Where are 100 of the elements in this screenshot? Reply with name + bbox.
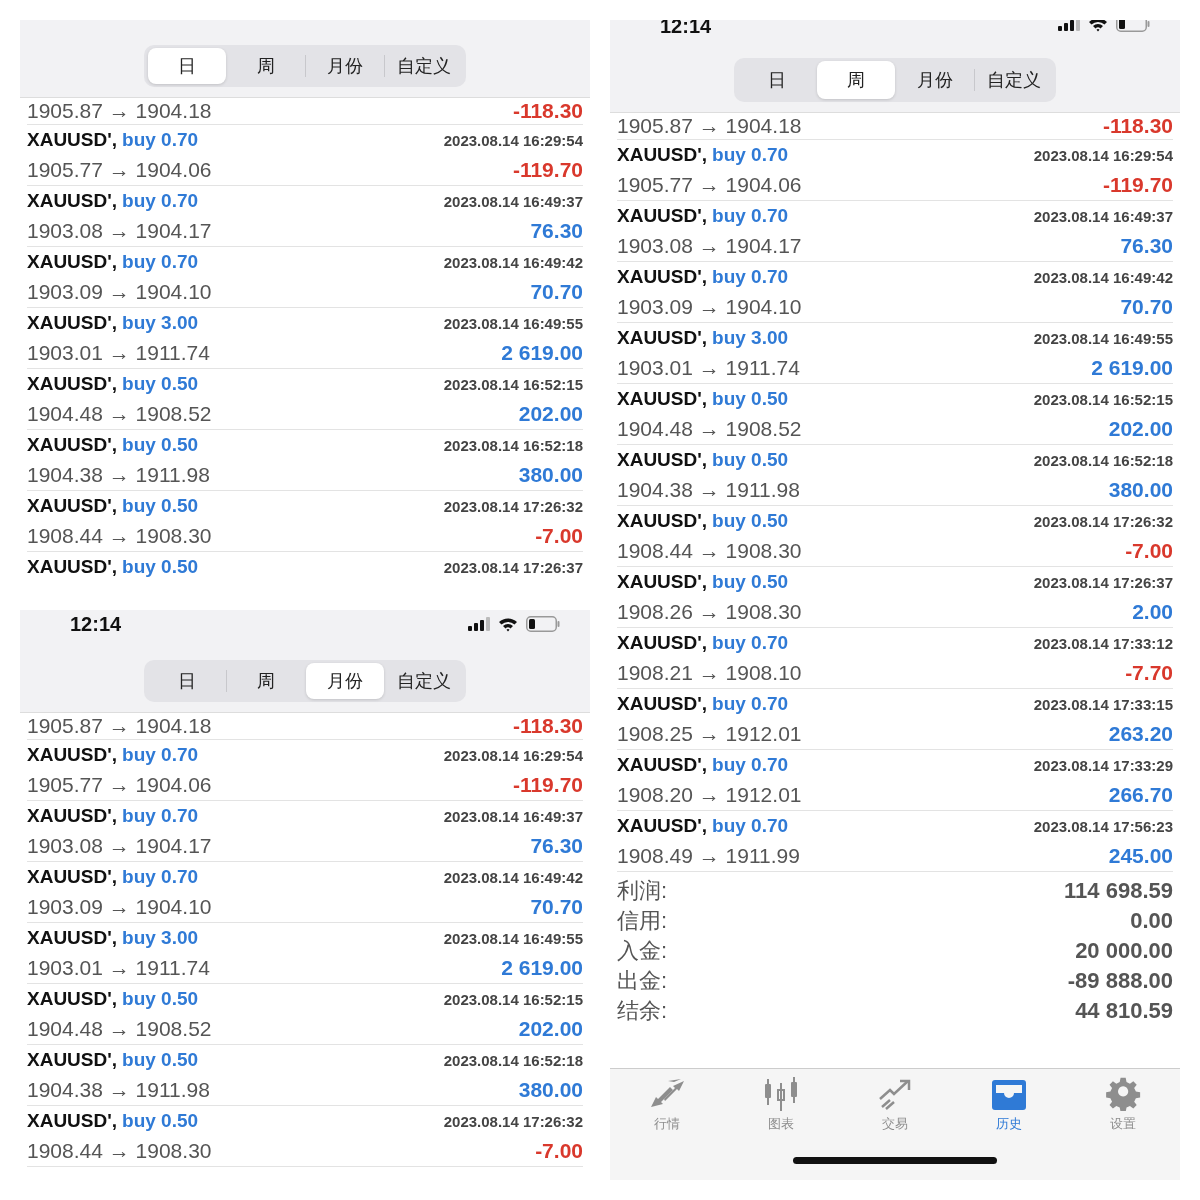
time-text: 2023.08.14 16:49:55 bbox=[1033, 329, 1173, 347]
order-text: buy 0.70 bbox=[712, 693, 789, 715]
settings-icon bbox=[1104, 1077, 1142, 1111]
symbol-text: XAUUSD', bbox=[617, 754, 708, 776]
symbol-text: XAUUSD', bbox=[27, 866, 118, 888]
profit-text: -119.70 bbox=[1102, 173, 1173, 197]
price-text: 1904.38 → 1911.98 bbox=[617, 478, 800, 502]
price-text: 1904.38 → 1911.98 bbox=[27, 1078, 210, 1102]
order-text: buy 0.50 bbox=[122, 556, 199, 578]
price-text: 1904.48 → 1908.52 bbox=[27, 1017, 212, 1041]
price-text: 1908.49 → 1911.99 bbox=[617, 844, 800, 868]
symbol-text: XAUUSD', bbox=[27, 744, 118, 766]
symbol-text: XAUUSD', bbox=[27, 312, 118, 334]
time-text: 2023.08.14 16:29:54 bbox=[443, 131, 583, 149]
symbol-text: XAUUSD', bbox=[617, 632, 708, 654]
profit-text: -118.30 bbox=[512, 714, 583, 738]
time-text: 2023.08.14 16:52:15 bbox=[443, 375, 583, 393]
period-tab[interactable]: 月份 bbox=[896, 61, 974, 99]
order-text: buy 0.70 bbox=[712, 632, 789, 654]
time-text: 2023.08.14 16:49:42 bbox=[443, 253, 583, 271]
order-text: buy 0.50 bbox=[122, 988, 199, 1010]
signal-icon bbox=[468, 617, 490, 631]
candlestick-icon bbox=[762, 1077, 800, 1111]
price-text: 1903.01 → 1911.74 bbox=[617, 356, 800, 380]
profit-text: -7.00 bbox=[1125, 539, 1173, 563]
time-text: 2023.08.14 16:52:18 bbox=[1033, 451, 1173, 469]
order-text: buy 0.70 bbox=[122, 129, 199, 151]
profit-text: 245.00 bbox=[1108, 844, 1173, 868]
order-text: buy 0.70 bbox=[122, 251, 199, 273]
order-text: buy 0.70 bbox=[712, 815, 789, 837]
time-text: 2023.08.14 16:52:18 bbox=[443, 1051, 583, 1069]
period-tab[interactable]: 日 bbox=[738, 61, 816, 99]
symbol-text: XAUUSD', bbox=[27, 988, 118, 1010]
profit-text: 76.30 bbox=[530, 834, 583, 858]
profit-text: 380.00 bbox=[1108, 478, 1173, 502]
price-text: 1908.44 → 1908.30 bbox=[27, 524, 212, 548]
time-text: 2023.08.14 17:26:37 bbox=[443, 558, 583, 576]
symbol-text: XAUUSD', bbox=[27, 927, 118, 949]
symbol-text: XAUUSD', bbox=[27, 129, 118, 151]
period-tab[interactable]: 周 bbox=[227, 48, 305, 84]
order-text: buy 0.50 bbox=[122, 495, 199, 517]
time-text: 2023.08.14 16:49:37 bbox=[443, 192, 583, 210]
order-text: buy 3.00 bbox=[122, 927, 199, 949]
order-text: buy 3.00 bbox=[712, 327, 789, 349]
profit-text: -118.30 bbox=[1102, 114, 1173, 138]
profit-text: 266.70 bbox=[1108, 783, 1173, 807]
price-text: 1903.01 → 1911.74 bbox=[27, 956, 210, 980]
profit-text: -118.30 bbox=[512, 99, 583, 123]
period-tab[interactable]: 月份 bbox=[306, 663, 384, 699]
period-tab[interactable]: 周 bbox=[227, 663, 305, 699]
summary-label: 信用: bbox=[617, 907, 668, 935]
period-tab[interactable]: 自定义 bbox=[385, 48, 463, 84]
period-tab[interactable]: 自定义 bbox=[385, 663, 463, 699]
time-text: 2023.08.14 17:56:23 bbox=[1033, 817, 1173, 835]
profit-text: 2.00 bbox=[1132, 600, 1173, 624]
order-text: buy 0.70 bbox=[122, 866, 199, 888]
period-tab[interactable]: 周 bbox=[817, 61, 895, 99]
profit-text: -7.70 bbox=[1125, 661, 1173, 685]
price-text: 1903.09 → 1904.10 bbox=[617, 295, 802, 319]
time-text: 2023.08.14 16:29:54 bbox=[443, 746, 583, 764]
period-tab[interactable]: 月份 bbox=[306, 48, 384, 84]
order-text: buy 0.50 bbox=[712, 388, 789, 410]
time-text: 2023.08.14 16:29:54 bbox=[1033, 146, 1173, 164]
symbol-text: XAUUSD', bbox=[27, 190, 118, 212]
signal-icon bbox=[1058, 20, 1080, 31]
price-text: 1903.01 → 1911.74 bbox=[27, 341, 210, 365]
price-text: 1904.38 → 1911.98 bbox=[27, 463, 210, 487]
order-text: buy 0.50 bbox=[712, 449, 789, 471]
profit-text: -7.00 bbox=[535, 1139, 583, 1163]
profit-text: -119.70 bbox=[512, 773, 583, 797]
symbol-text: XAUUSD', bbox=[617, 510, 708, 532]
summary-value: 0.00 bbox=[1130, 908, 1173, 934]
price-text: 1904.48 → 1908.52 bbox=[27, 402, 212, 426]
period-tab[interactable]: 日 bbox=[148, 48, 226, 84]
order-text: buy 0.70 bbox=[712, 266, 789, 288]
period-tab[interactable]: 日 bbox=[148, 663, 226, 699]
symbol-text: XAUUSD', bbox=[27, 1049, 118, 1071]
time-text: 2023.08.14 17:33:12 bbox=[1033, 634, 1173, 652]
time-text: 2023.08.14 17:26:32 bbox=[443, 1112, 583, 1130]
profit-text: 202.00 bbox=[518, 402, 583, 426]
profit-text: -7.00 bbox=[535, 524, 583, 548]
symbol-text: XAUUSD', bbox=[27, 805, 118, 827]
summary-label: 入金: bbox=[617, 937, 668, 965]
symbol-text: XAUUSD', bbox=[617, 815, 708, 837]
time-text: 2023.08.14 16:49:37 bbox=[443, 807, 583, 825]
nav-tab[interactable]: 历史 bbox=[982, 1077, 1036, 1133]
period-tab[interactable]: 自定义 bbox=[975, 61, 1053, 99]
order-text: buy 0.50 bbox=[122, 1049, 199, 1071]
price-text: 1908.44 → 1908.30 bbox=[617, 539, 802, 563]
price-text: 1903.08 → 1904.17 bbox=[27, 219, 212, 243]
symbol-text: XAUUSD', bbox=[617, 266, 708, 288]
price-text: 1905.77 → 1904.06 bbox=[27, 773, 212, 797]
price-text: 1903.08 → 1904.17 bbox=[617, 234, 802, 258]
symbol-text: XAUUSD', bbox=[27, 373, 118, 395]
order-text: buy 0.50 bbox=[122, 434, 199, 456]
profit-text: 70.70 bbox=[1120, 295, 1173, 319]
symbol-text: XAUUSD', bbox=[617, 327, 708, 349]
order-text: buy 0.50 bbox=[712, 571, 789, 593]
symbol-text: XAUUSD', bbox=[27, 556, 118, 578]
order-text: buy 0.70 bbox=[122, 744, 199, 766]
